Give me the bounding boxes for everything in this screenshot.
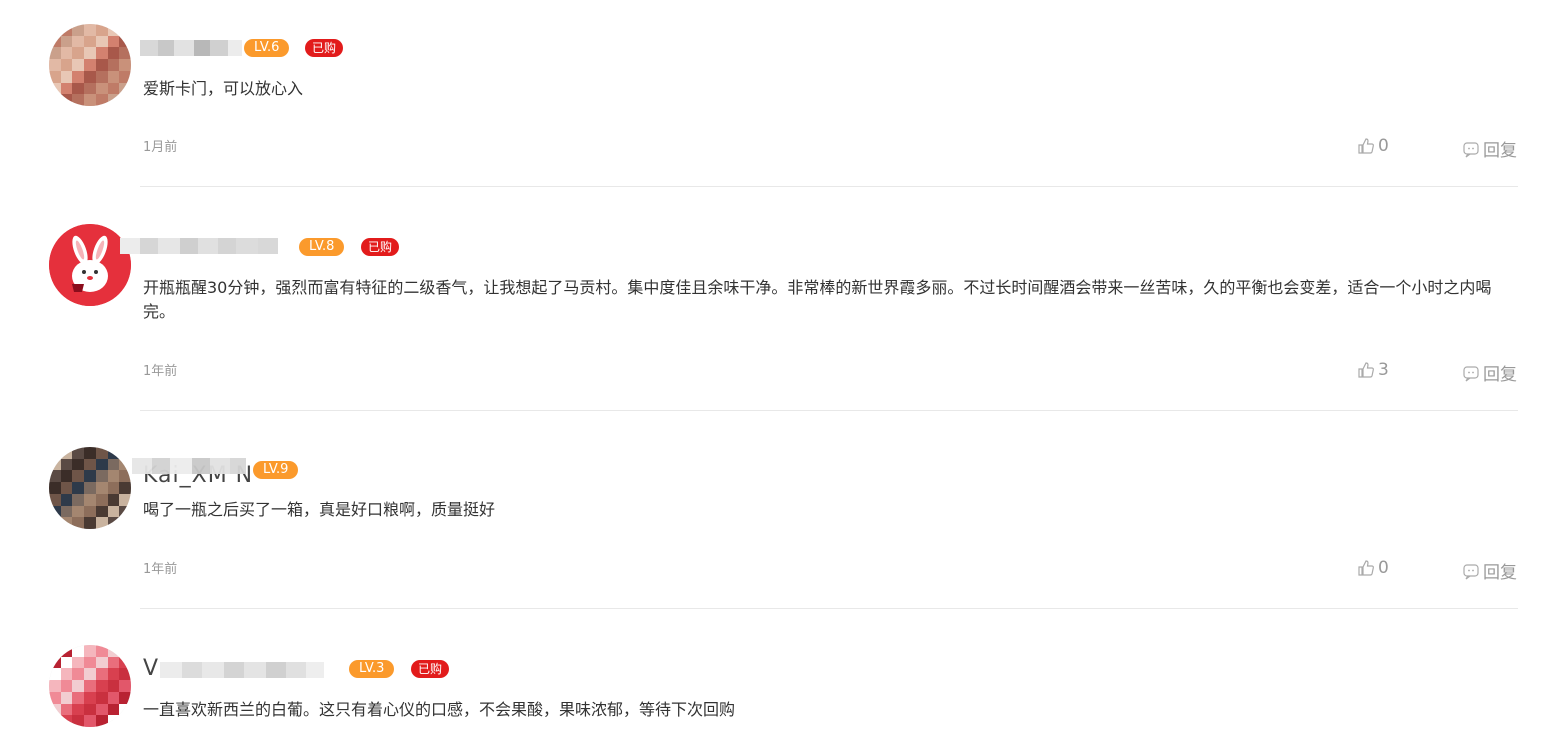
purchased-badge: 已购 xyxy=(305,39,344,57)
username-partial[interactable]: V xyxy=(143,656,159,681)
thumbs-up-icon xyxy=(1357,361,1375,379)
comment-text: 一直喜欢新西兰的白葡。这只有着心仪的口感，不会果酸，果味浓郁，等待下次回购 xyxy=(143,700,736,719)
username-redacted xyxy=(160,660,324,680)
divider xyxy=(140,186,1518,187)
avatar[interactable] xyxy=(49,447,131,529)
comment-text: 爱斯卡门，可以放心入 xyxy=(143,79,304,98)
purchased-badge: 已购 xyxy=(361,238,400,256)
reply-bubble-icon xyxy=(1462,562,1480,580)
like-button[interactable]: 0 xyxy=(1357,558,1389,578)
blurred-avatar-icon xyxy=(49,645,131,727)
reply-button[interactable]: 回复 xyxy=(1462,360,1517,385)
like-count: 0 xyxy=(1378,136,1389,156)
comment-text: 开瓶瓶醒30分钟，强烈而富有特征的二级香气，让我想起了马贡村。集中度佳且余味干净… xyxy=(143,278,1492,321)
username-redacted xyxy=(132,456,246,476)
avatar[interactable] xyxy=(49,24,131,106)
reply-button[interactable]: 回复 xyxy=(1462,136,1517,161)
level-badge: LV.8 xyxy=(299,238,345,256)
level-badge: LV.3 xyxy=(349,660,395,678)
thumbs-up-icon xyxy=(1357,559,1375,577)
reply-label: 回复 xyxy=(1483,365,1517,385)
rabbit-wine-avatar-icon xyxy=(49,224,131,306)
reply-label: 回复 xyxy=(1483,563,1517,583)
reply-label: 回复 xyxy=(1483,141,1517,161)
reply-bubble-icon xyxy=(1462,140,1480,158)
divider xyxy=(140,410,1518,411)
like-count: 0 xyxy=(1378,558,1389,578)
like-count: 3 xyxy=(1378,360,1389,380)
avatar[interactable] xyxy=(49,224,131,306)
reply-bubble-icon xyxy=(1462,364,1480,382)
comment-text: 喝了一瓶之后买了一箱，真是好口粮啊，质量挺好 xyxy=(143,500,496,519)
like-button[interactable]: 0 xyxy=(1357,136,1389,156)
reply-button[interactable]: 回复 xyxy=(1462,558,1517,583)
avatar[interactable] xyxy=(49,645,131,727)
like-button[interactable]: 3 xyxy=(1357,360,1389,380)
purchased-badge: 已购 xyxy=(411,660,450,678)
level-badge: LV.9 xyxy=(253,461,299,479)
comment-time: 1年前 xyxy=(143,364,178,379)
username-redacted[interactable] xyxy=(120,236,278,256)
username-redacted[interactable] xyxy=(140,38,242,58)
blurred-avatar-icon xyxy=(49,447,131,529)
thumbs-up-icon xyxy=(1357,137,1375,155)
comment-time: 1年前 xyxy=(143,562,178,577)
blurred-avatar-icon xyxy=(49,24,131,106)
level-badge: LV.6 xyxy=(244,39,290,57)
comment-time: 1月前 xyxy=(143,140,178,155)
divider xyxy=(140,608,1518,609)
